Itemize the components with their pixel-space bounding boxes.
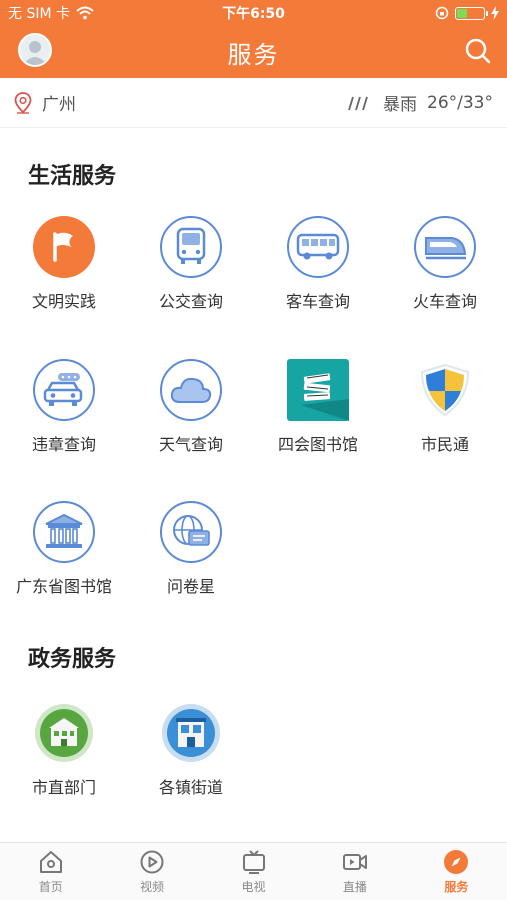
service-violation-query[interactable]: 违章查询 <box>1 359 127 455</box>
search-icon[interactable] <box>463 36 493 66</box>
flag-icon <box>33 216 95 278</box>
header: 服务 <box>0 26 507 78</box>
play-icon <box>140 850 164 873</box>
service-label: 问卷星 <box>166 577 215 596</box>
tab-label: 服务 <box>444 879 469 894</box>
location-weather-bar: 广州 暴雨 26°/33° <box>0 78 507 128</box>
service-guangdong-library[interactable]: 广东省图书馆 <box>1 501 127 597</box>
compass-icon <box>444 849 469 874</box>
bus-front-icon <box>160 216 222 278</box>
life-services-title: 生活服务 <box>28 164 117 189</box>
tab-label: 电视 <box>241 879 266 894</box>
service-label: 天气查询 <box>158 435 223 454</box>
train-icon <box>414 216 476 278</box>
orientation-lock-icon <box>435 6 449 20</box>
service-label: 火车查询 <box>412 292 477 311</box>
page-title: 服务 <box>227 40 280 69</box>
service-label: 市直部门 <box>31 778 96 797</box>
battery-icon <box>455 6 488 20</box>
tv-icon <box>242 849 265 874</box>
globe-chat-icon <box>160 501 222 563</box>
green-building-icon <box>33 702 95 764</box>
rain-icon <box>348 96 368 110</box>
service-bus-query[interactable]: 公交查询 <box>128 216 254 312</box>
service-coach-query[interactable]: 客车查询 <box>255 216 381 312</box>
tab-label: 直播 <box>342 879 367 894</box>
car-icon <box>33 359 95 421</box>
carrier-label: 无 SIM 卡 <box>8 6 70 22</box>
service-wenjuanxing[interactable]: 问卷星 <box>128 501 254 597</box>
library-building-icon <box>33 501 95 563</box>
weather-condition: 暴雨 <box>383 95 417 115</box>
service-label: 违章查询 <box>31 435 96 454</box>
home-icon <box>39 850 62 873</box>
bottom-tab-bar: 首页 视频 电视 直播 服务 <box>0 842 507 900</box>
live-camera-icon <box>342 853 367 870</box>
service-label: 市民通 <box>420 435 469 454</box>
top-bar: 无 SIM 卡 下午6:50 服务 <box>0 0 507 78</box>
tab-label: 视频 <box>140 879 165 894</box>
tab-home[interactable]: 首页 <box>0 843 101 900</box>
service-train-query[interactable]: 火车查询 <box>382 216 507 312</box>
charging-bolt-icon <box>491 6 499 20</box>
service-label: 客车查询 <box>285 292 350 311</box>
gov-services-title: 政务服务 <box>28 647 117 672</box>
tab-video[interactable]: 视频 <box>101 843 202 900</box>
service-label: 广东省图书馆 <box>15 577 112 596</box>
service-label: 四会图书馆 <box>277 435 358 454</box>
avatar[interactable] <box>18 33 52 67</box>
books-icon <box>287 359 349 421</box>
weather-info: 暴雨 26°/33° <box>347 90 493 115</box>
tab-label: 首页 <box>38 879 63 894</box>
cloud-icon <box>160 359 222 421</box>
user-icon <box>23 41 47 65</box>
location-pin-icon[interactable] <box>14 91 32 114</box>
service-label: 公交查询 <box>158 292 223 311</box>
service-sihui-library[interactable]: 四会图书馆 <box>255 359 381 455</box>
tab-live[interactable]: 直播 <box>304 843 405 900</box>
temperature-range: 26°/33° <box>427 92 493 113</box>
tab-tv[interactable]: 电视 <box>203 843 304 900</box>
service-label: 各镇街道 <box>158 778 223 797</box>
service-label: 文明实践 <box>31 292 96 311</box>
service-weather-query[interactable]: 天气查询 <box>128 359 254 455</box>
service-citizen-pass[interactable]: 市民通 <box>382 359 507 455</box>
wifi-icon <box>76 6 94 20</box>
service-civilization-practice[interactable]: 文明实践 <box>1 216 127 312</box>
shield-icon <box>414 359 476 421</box>
tab-services[interactable]: 服务 <box>406 843 507 900</box>
status-bar: 无 SIM 卡 下午6:50 <box>0 0 507 26</box>
service-town-streets[interactable]: 各镇街道 <box>128 702 254 798</box>
blue-building-icon <box>160 702 222 764</box>
service-city-departments[interactable]: 市直部门 <box>1 702 127 798</box>
city-name[interactable]: 广州 <box>42 90 76 115</box>
coach-bus-icon <box>287 216 349 278</box>
